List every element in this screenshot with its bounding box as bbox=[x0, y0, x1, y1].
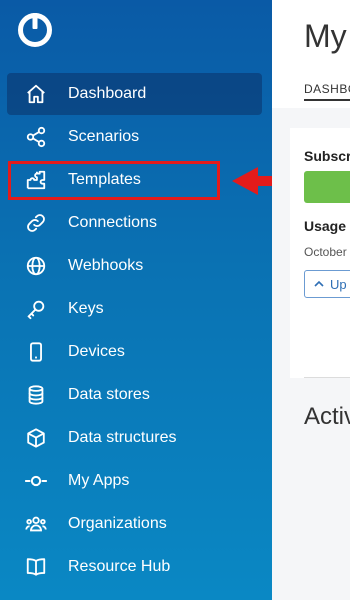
key-icon bbox=[25, 298, 47, 320]
book-icon bbox=[25, 556, 47, 578]
highlight-box bbox=[8, 161, 220, 200]
database-icon bbox=[25, 384, 47, 406]
sidebar-item-label: My Apps bbox=[68, 471, 130, 489]
sidebar: Dashboard Scenarios Templates Connection… bbox=[0, 0, 272, 600]
tab-underline bbox=[304, 99, 350, 101]
tab-dashboard[interactable]: DASHBO bbox=[304, 82, 350, 96]
sidebar-item-webhooks[interactable]: Webhooks bbox=[0, 244, 272, 287]
make-logo-icon[interactable] bbox=[16, 10, 54, 48]
sidebar-item-label: Devices bbox=[68, 342, 125, 360]
sidebar-item-keys[interactable]: Keys bbox=[0, 287, 272, 330]
sidebar-item-resource-hub[interactable]: Resource Hub bbox=[0, 545, 272, 588]
cube-icon bbox=[25, 427, 47, 449]
sidebar-item-label: Keys bbox=[68, 299, 104, 317]
subscription-label: Subscr bbox=[304, 148, 350, 164]
sidebar-item-label: Dashboard bbox=[68, 84, 147, 102]
page-title: My bbox=[304, 18, 347, 54]
sidebar-item-label: Scenarios bbox=[68, 127, 140, 145]
usage-date: October bbox=[304, 245, 347, 259]
sidebar-item-scenarios[interactable]: Scenarios bbox=[0, 115, 272, 158]
link-icon bbox=[25, 212, 47, 234]
sidebar-nav: Dashboard Scenarios Templates Connection… bbox=[0, 72, 272, 588]
sidebar-item-organizations[interactable]: Organizations bbox=[0, 502, 272, 545]
divider bbox=[304, 377, 350, 378]
subscription-action-button[interactable] bbox=[304, 171, 350, 203]
home-icon bbox=[25, 83, 47, 105]
sidebar-item-devices[interactable]: Devices bbox=[0, 330, 272, 373]
share-nodes-icon bbox=[25, 126, 47, 148]
upgrade-button-label: Up bbox=[330, 276, 347, 292]
section-title: Activ bbox=[304, 403, 350, 430]
sidebar-item-label: Data structures bbox=[68, 428, 177, 446]
sidebar-item-dashboard[interactable]: Dashboard bbox=[0, 72, 272, 115]
usage-label: Usage bbox=[304, 218, 347, 234]
chevron-up-icon bbox=[314, 280, 324, 287]
globe-icon bbox=[25, 255, 47, 277]
sidebar-item-label: Webhooks bbox=[68, 256, 144, 274]
mobile-icon bbox=[25, 341, 47, 363]
sidebar-item-label: Data stores bbox=[68, 385, 150, 403]
users-icon bbox=[25, 513, 47, 535]
sidebar-item-label: Resource Hub bbox=[68, 557, 171, 575]
upgrade-button[interactable]: Up bbox=[304, 270, 350, 298]
sidebar-item-label: Organizations bbox=[68, 514, 167, 532]
sidebar-item-my-apps[interactable]: My Apps bbox=[0, 459, 272, 502]
app-connector-icon bbox=[25, 470, 47, 492]
sidebar-item-label: Connections bbox=[68, 213, 157, 231]
sidebar-item-connections[interactable]: Connections bbox=[0, 201, 272, 244]
main-content: My DASHBO Subscr Usage October Up Activ bbox=[272, 0, 350, 600]
sidebar-item-data-structures[interactable]: Data structures bbox=[0, 416, 272, 459]
sidebar-item-data-stores[interactable]: Data stores bbox=[0, 373, 272, 416]
